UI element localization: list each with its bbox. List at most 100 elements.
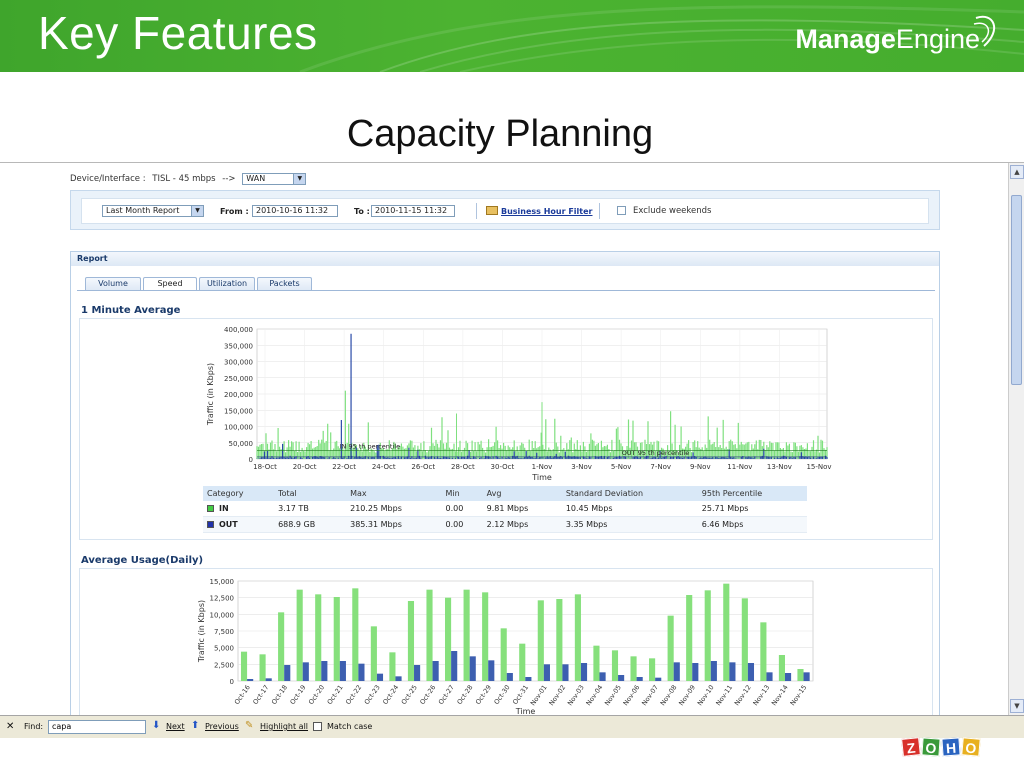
slide-subtitle: Capacity Planning bbox=[346, 113, 654, 155]
in-95th-annotation: IN 95 th percentile bbox=[340, 443, 400, 451]
filter-bar: Last Month Report ▼ From : 2010-10-16 11… bbox=[70, 190, 940, 230]
zoho-letter-o1: O bbox=[921, 737, 941, 757]
from-label: From : bbox=[220, 207, 249, 216]
chevron-down-icon: ▼ bbox=[191, 206, 203, 216]
tab-utilization[interactable]: Utilization bbox=[199, 277, 255, 290]
vertical-scrollbar[interactable]: ▲ ▼ bbox=[1008, 163, 1024, 715]
x-tick-label: 18-Oct bbox=[253, 463, 277, 471]
exclude-weekends-checkbox[interactable] bbox=[617, 206, 626, 215]
x-tick-label: Oct-21 bbox=[326, 684, 345, 706]
to-date-input[interactable]: 2010-11-15 11:32 bbox=[371, 205, 455, 217]
arrow-down-icon[interactable]: ⬇ bbox=[152, 720, 160, 731]
x-tick-label: Oct-24 bbox=[381, 684, 400, 706]
bar-out bbox=[525, 677, 532, 681]
stats-column-header: 95th Percentile bbox=[697, 486, 807, 501]
scroll-down-icon[interactable]: ▼ bbox=[1010, 699, 1024, 713]
arrow-up-icon[interactable]: ⬆ bbox=[191, 720, 199, 731]
bar-out bbox=[580, 663, 588, 681]
divider bbox=[476, 203, 477, 219]
x-tick-label: Nov-01 bbox=[529, 684, 549, 708]
period-select[interactable]: Last Month Report ▼ bbox=[102, 205, 204, 217]
close-icon[interactable]: ✕ bbox=[6, 721, 14, 732]
bar-out bbox=[376, 673, 384, 681]
interface-select-value: WAN bbox=[246, 174, 266, 183]
bar-out bbox=[618, 675, 625, 681]
match-case-label: Match case bbox=[327, 722, 373, 731]
y-axis-label: Traffic (in Kbps) bbox=[197, 600, 206, 663]
bar-in bbox=[296, 589, 303, 681]
x-tick-label: Nov-14 bbox=[770, 684, 790, 708]
find-input[interactable]: capa bbox=[48, 720, 146, 734]
period-select-value: Last Month Report bbox=[106, 206, 180, 215]
device-value: TISL - 45 mbps bbox=[152, 174, 216, 184]
bar-in bbox=[593, 645, 600, 681]
bar-out bbox=[488, 660, 495, 681]
x-axis-label: Time bbox=[515, 707, 536, 715]
section-title-1min: 1 Minute Average bbox=[81, 305, 181, 316]
business-hour-filter-link[interactable]: Business Hour Filter bbox=[501, 207, 593, 216]
x-tick-label: Nov-02 bbox=[547, 684, 567, 708]
bar-out bbox=[247, 679, 254, 681]
logo-regular-text: Engine bbox=[895, 24, 980, 54]
category-label: OUT bbox=[219, 520, 238, 529]
stats-cell: 385.31 Mbps bbox=[346, 516, 442, 533]
x-tick-label: 24-Oct bbox=[372, 463, 396, 471]
x-tick-label: Nov-04 bbox=[585, 684, 605, 708]
bar-out bbox=[432, 661, 439, 681]
x-tick-label: Nov-09 bbox=[677, 684, 697, 708]
stats-column-header: Standard Deviation bbox=[561, 486, 698, 501]
interface-select[interactable]: WAN ▼ bbox=[242, 173, 307, 185]
tab-underline bbox=[77, 290, 935, 291]
x-tick-label: Oct-22 bbox=[344, 684, 363, 706]
stats-column-header: Max bbox=[346, 486, 442, 501]
highlight-all-button[interactable]: Highlight all bbox=[260, 722, 308, 731]
tab-volume[interactable]: Volume bbox=[85, 277, 141, 290]
browser-screenshot: Device/Interface : TISL - 45 mbps --> WA… bbox=[0, 162, 1024, 738]
from-date-input[interactable]: 2010-10-16 11:32 bbox=[252, 205, 338, 217]
bar-in bbox=[574, 594, 581, 681]
bar-out bbox=[710, 661, 717, 681]
bar-out bbox=[414, 665, 421, 681]
scrollbar-thumb[interactable] bbox=[1011, 195, 1022, 385]
x-tick-label: 5-Nov bbox=[611, 463, 632, 471]
tab-speed[interactable]: Speed bbox=[143, 277, 197, 291]
bar-in bbox=[556, 599, 563, 681]
x-tick-label: Nov-06 bbox=[622, 684, 642, 708]
slide-header: Key Features ManageEngine bbox=[0, 0, 1024, 72]
bar-out bbox=[321, 661, 328, 681]
y-tick-label: 350,000 bbox=[224, 342, 253, 350]
x-tick-label: Oct-25 bbox=[400, 684, 419, 706]
y-tick-label: 0 bbox=[230, 678, 234, 686]
bar-in bbox=[630, 656, 637, 681]
bar-out bbox=[599, 672, 606, 681]
bar-in bbox=[240, 651, 248, 681]
y-tick-label: 150,000 bbox=[224, 407, 253, 415]
match-case-checkbox[interactable] bbox=[313, 722, 322, 731]
find-previous-button[interactable]: Previous bbox=[205, 722, 239, 731]
divider bbox=[599, 203, 600, 219]
highlight-icon[interactable]: ✎ bbox=[245, 720, 253, 731]
find-next-button[interactable]: Next bbox=[166, 722, 185, 731]
bar-in bbox=[519, 643, 526, 681]
x-tick-label: 3-Nov bbox=[571, 463, 592, 471]
x-tick-label: 7-Nov bbox=[650, 463, 671, 471]
y-tick-label: 12,500 bbox=[210, 595, 235, 603]
bar-out bbox=[339, 661, 346, 681]
x-tick-label: 1-Nov bbox=[532, 463, 553, 471]
scroll-up-icon[interactable]: ▲ bbox=[1010, 165, 1024, 179]
bar-out bbox=[469, 656, 476, 681]
x-axis-label: Time bbox=[531, 473, 552, 482]
out-95th-annotation: OUT 95 th percentile bbox=[622, 449, 690, 457]
tab-packets[interactable]: Packets bbox=[257, 277, 312, 290]
device-interface-row: Device/Interface : TISL - 45 mbps --> WA… bbox=[70, 173, 307, 185]
bar-in bbox=[407, 601, 415, 681]
x-tick-label: Nov-12 bbox=[733, 684, 753, 708]
x-tick-label: Oct-31 bbox=[511, 684, 530, 706]
stats-cell: 3.17 TB bbox=[274, 501, 347, 517]
legend-swatch bbox=[207, 505, 214, 512]
y-tick-label: 200,000 bbox=[224, 391, 253, 399]
bar-in bbox=[778, 655, 785, 681]
stats-header-row: Category Total Max Min Avg Standard Deviation… bbox=[203, 486, 807, 501]
x-tick-label: Oct-20 bbox=[307, 684, 326, 706]
y-tick-label: 10,000 bbox=[210, 611, 235, 619]
